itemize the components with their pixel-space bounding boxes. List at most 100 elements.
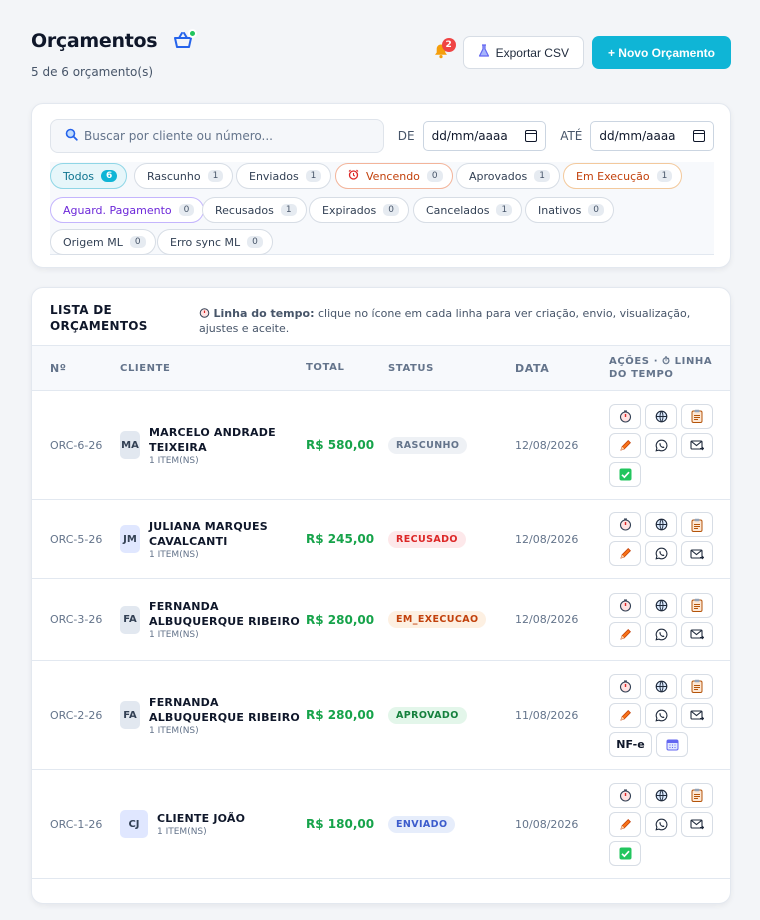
search-icon: [65, 128, 78, 144]
chip-aprovados[interactable]: Aprovados 1: [456, 163, 560, 189]
chip-aguard-pagamento[interactable]: Aguard. Pagamento 0: [50, 197, 205, 223]
public-link-button[interactable]: [645, 592, 677, 618]
whatsapp-button[interactable]: [645, 702, 677, 728]
public-link-button[interactable]: [645, 673, 677, 699]
mail-send-icon: [690, 818, 704, 830]
timeline-button[interactable]: [609, 673, 641, 699]
col-total[interactable]: TOTAL: [306, 346, 388, 391]
edit-button[interactable]: [609, 702, 641, 728]
email-button[interactable]: [681, 432, 713, 458]
basket-status-icon: [173, 29, 198, 51]
table-row[interactable]: ORC-1-26 CJ CLIENTE JOÃO 1 ITEM(NS) R$ 1…: [32, 769, 730, 879]
col-date[interactable]: DATA: [515, 346, 609, 391]
edit-button[interactable]: [609, 541, 641, 566]
table-row[interactable]: ORC-6-26 MA MARCELO ANDRADE TEIXEIRA 1 I…: [32, 390, 730, 500]
timeline-button[interactable]: [609, 782, 641, 808]
approve-button[interactable]: [609, 840, 641, 866]
client-name[interactable]: MARCELO ANDRADE TEIXEIRA: [149, 425, 306, 455]
copy-button[interactable]: [681, 403, 713, 429]
timeline-button[interactable]: [609, 592, 641, 618]
chip-cancelados[interactable]: Cancelados 1: [413, 197, 523, 223]
chip-recusados[interactable]: Recusados 1: [202, 197, 307, 223]
quote-number[interactable]: ORC-5-26: [32, 499, 120, 579]
flask-icon: [478, 44, 490, 61]
date-to-input[interactable]: dd/mm/aaaa: [590, 121, 714, 151]
quote-number[interactable]: ORC-6-26: [32, 390, 120, 500]
calendar-icon[interactable]: [525, 130, 538, 142]
new-quote-button[interactable]: + Novo Orçamento: [591, 36, 731, 69]
col-actions: AÇÕES · ⏱ LINHA DO TEMPO: [609, 356, 713, 380]
chip-inativos[interactable]: Inativos 0: [525, 197, 615, 223]
pencil-icon: [619, 439, 632, 452]
col-client[interactable]: CLIENTE: [120, 346, 306, 391]
whatsapp-button[interactable]: [645, 541, 677, 566]
chip-erro-sync-ml[interactable]: Erro sync ML 0: [157, 229, 273, 255]
public-link-button[interactable]: [645, 403, 677, 429]
whatsapp-icon: [654, 547, 668, 560]
timeline-button[interactable]: [609, 403, 641, 429]
search-input[interactable]: [84, 129, 374, 143]
schedule-button[interactable]: [656, 731, 688, 757]
quote-total: R$ 180,00: [306, 769, 388, 879]
email-button[interactable]: [681, 702, 713, 728]
edit-button[interactable]: [609, 621, 641, 647]
copy-button[interactable]: [681, 592, 713, 618]
date-from-input[interactable]: dd/mm/aaaa: [422, 121, 547, 151]
stopwatch-icon: [619, 679, 632, 693]
email-button[interactable]: [681, 541, 713, 566]
calendar-icon[interactable]: [693, 130, 705, 142]
approve-button[interactable]: [609, 461, 641, 487]
chip-enviados[interactable]: Enviados 1: [236, 163, 332, 189]
clipboard-icon: [691, 679, 703, 693]
copy-button[interactable]: [681, 673, 713, 699]
edit-button[interactable]: [609, 811, 641, 837]
alarm-clock-icon: [348, 169, 359, 183]
table-row[interactable]: ORC-2-26 FA FERNANDA ALBUQUERQUE RIBEIRO…: [32, 660, 730, 770]
item-count: 1 ITEM(NS): [149, 455, 199, 466]
copy-button[interactable]: [681, 512, 713, 537]
mail-send-icon: [690, 548, 704, 560]
item-count: 1 ITEM(NS): [157, 827, 207, 837]
page-title: Orçamentos: [31, 30, 158, 52]
edit-button[interactable]: [609, 432, 641, 458]
public-link-button[interactable]: [645, 512, 677, 537]
chip-expirados[interactable]: Expirados 0: [309, 197, 409, 223]
status-filter-chips: Todos 6 Rascunho 1 Enviados 1 Vencendo 0 Apr…: [50, 162, 714, 255]
timeline-button[interactable]: [609, 512, 641, 537]
copy-button[interactable]: [681, 782, 713, 808]
whatsapp-button[interactable]: [645, 432, 677, 458]
chip-rascunho[interactable]: Rascunho 1: [134, 163, 234, 189]
quote-number[interactable]: ORC-1-26: [32, 769, 120, 879]
nfe-button[interactable]: NF-e: [609, 731, 652, 757]
pencil-icon: [619, 628, 632, 641]
col-number[interactable]: Nº: [32, 346, 120, 391]
pencil-icon: [619, 709, 632, 722]
whatsapp-button[interactable]: [645, 621, 677, 647]
client-name[interactable]: CLIENTE JOÃO: [157, 811, 245, 826]
whatsapp-button[interactable]: [645, 811, 677, 837]
chip-em-execucao[interactable]: Em Execução 1: [563, 163, 683, 189]
col-status[interactable]: STATUS: [388, 346, 515, 391]
client-name[interactable]: FERNANDA ALBUQUERQUE RIBEIRO: [149, 599, 306, 629]
client-name[interactable]: FERNANDA ALBUQUERQUE RIBEIRO: [149, 695, 306, 725]
chip-vencendo[interactable]: Vencendo 0: [335, 163, 453, 189]
chip-todos[interactable]: Todos 6: [50, 163, 128, 189]
table-row[interactable]: ORC-5-26 JM JULIANA MARQUES CAVALCANTI 1…: [32, 499, 730, 579]
table-row[interactable]: ORC-3-26 FA FERNANDA ALBUQUERQUE RIBEIRO…: [32, 578, 730, 661]
page-header: Orçamentos 5 de 6 orçamento(s) 2 Exporta…: [31, 29, 731, 82]
quote-total: R$ 245,00: [306, 499, 388, 579]
email-button[interactable]: [681, 811, 713, 837]
quotes-table: Nº CLIENTE TOTAL STATUS DATA AÇÕES · ⏱ L…: [32, 345, 730, 879]
status-badge: EM_EXECUCAO: [388, 611, 487, 628]
clipboard-icon: [691, 598, 703, 612]
quote-date: 12/08/2026: [515, 499, 609, 579]
quote-number[interactable]: ORC-2-26: [32, 660, 120, 770]
client-name[interactable]: JULIANA MARQUES CAVALCANTI: [149, 519, 306, 549]
chip-origem-ml[interactable]: Origem ML 0: [50, 229, 156, 255]
public-link-button[interactable]: [645, 782, 677, 808]
quote-number[interactable]: ORC-3-26: [32, 578, 120, 661]
search-field[interactable]: [50, 119, 384, 153]
export-csv-button[interactable]: Exportar CSV: [462, 36, 584, 69]
notifications-button[interactable]: 2: [427, 37, 456, 68]
email-button[interactable]: [681, 621, 713, 647]
